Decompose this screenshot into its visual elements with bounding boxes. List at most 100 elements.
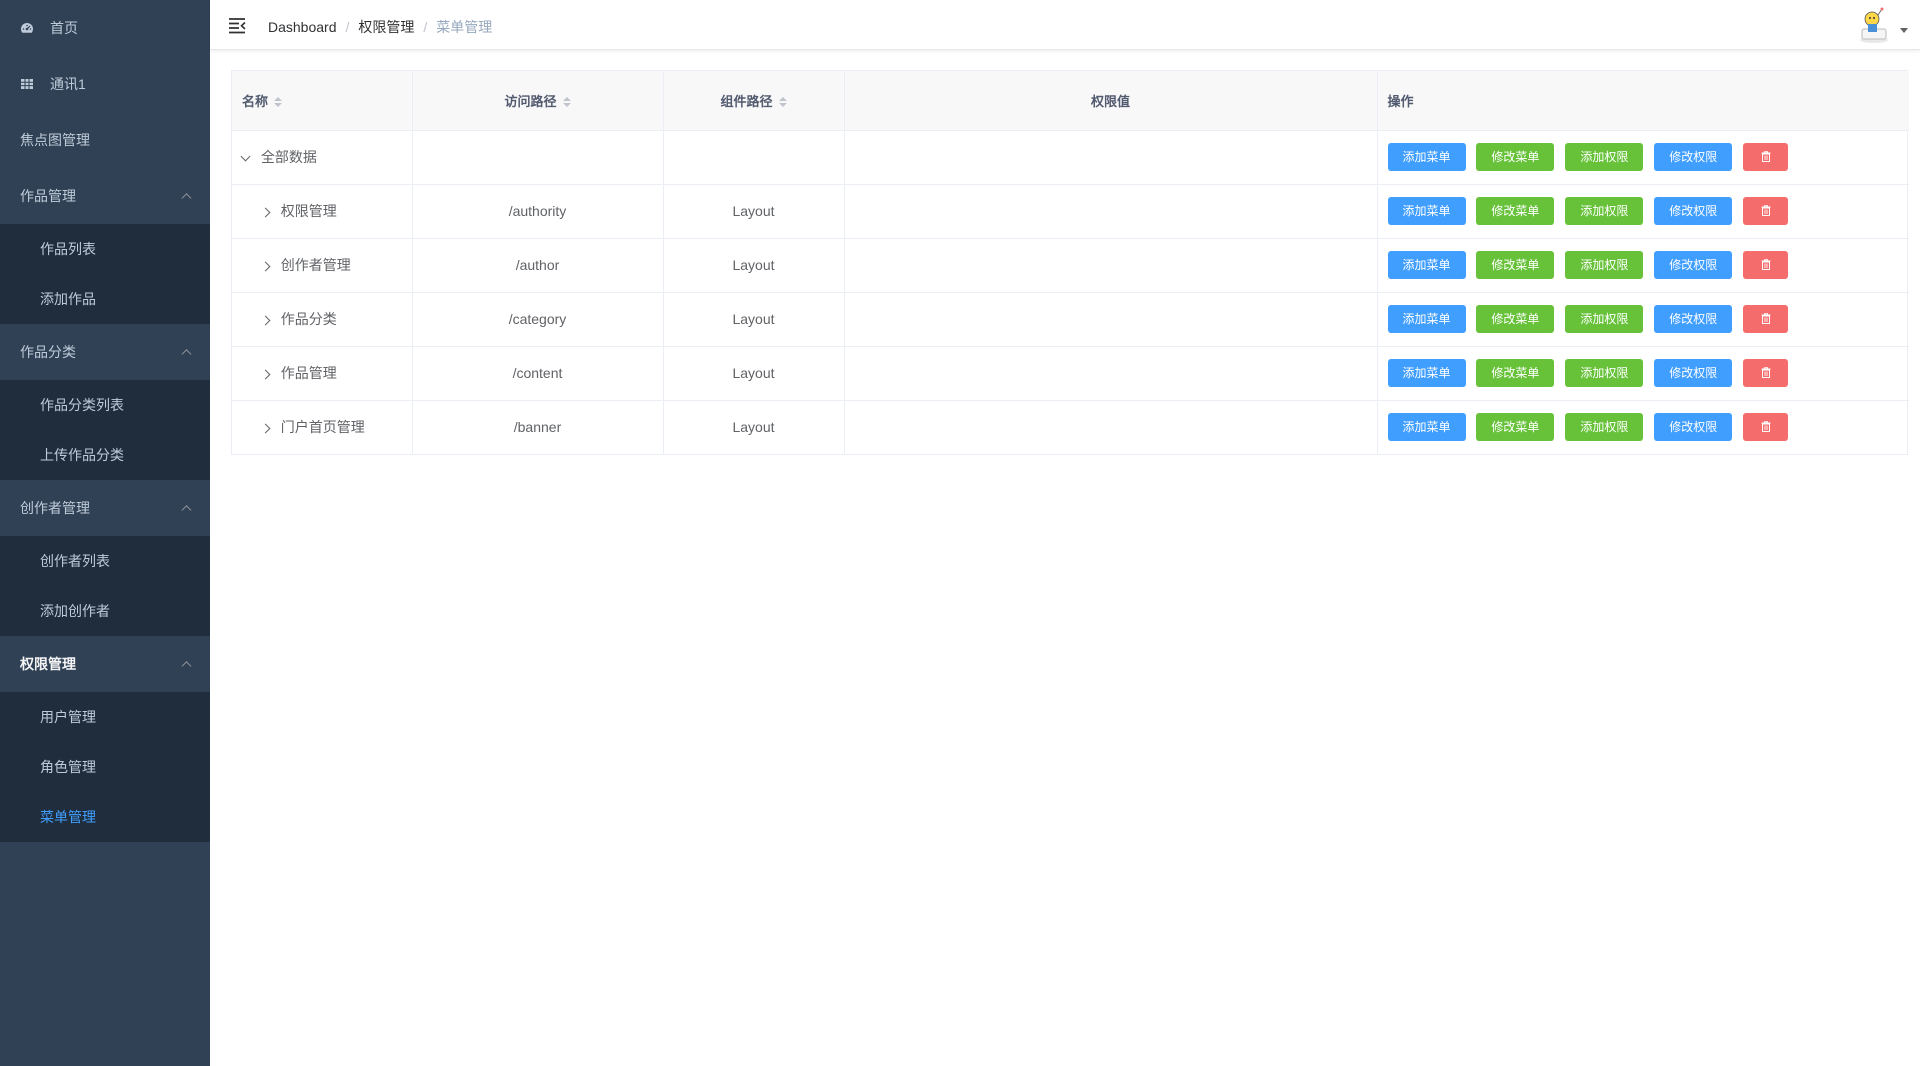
- breadcrumb-separator: /: [345, 19, 350, 35]
- cell-actions: 添加菜单 修改菜单 添加权限 修改权限: [1377, 238, 1909, 293]
- sidebar-item-upload-category[interactable]: 上传作品分类: [0, 430, 210, 480]
- cell-actions: 添加菜单 修改菜单 添加权限 修改权限: [1377, 346, 1909, 401]
- column-header-permission: 权限值: [844, 71, 1378, 131]
- trash-icon: [1761, 421, 1771, 433]
- add-menu-button[interactable]: 添加菜单: [1387, 197, 1466, 225]
- delete-button[interactable]: [1743, 413, 1789, 441]
- chevron-right-icon[interactable]: [260, 207, 271, 218]
- breadcrumb: Dashboard / 权限管理 / 菜单管理: [268, 17, 492, 37]
- sidebar-item-home[interactable]: 首页: [0, 0, 210, 56]
- column-header-component[interactable]: 组件路径: [663, 71, 845, 131]
- table-row: 作品管理 /content Layout 添加菜单 修改菜单 添加权限 修改权限: [232, 346, 1909, 401]
- submenu-author: 创作者列表 添加创作者: [0, 536, 210, 636]
- cell-permission: [844, 238, 1378, 293]
- delete-button[interactable]: [1743, 305, 1789, 333]
- cell-path: /authority: [412, 184, 664, 239]
- edit-permission-button[interactable]: 修改权限: [1654, 197, 1733, 225]
- add-permission-button[interactable]: 添加权限: [1565, 413, 1644, 441]
- column-header-path[interactable]: 访问路径: [412, 71, 664, 131]
- sidebar-item-banner[interactable]: 焦点图管理: [0, 112, 210, 168]
- delete-button[interactable]: [1743, 251, 1789, 279]
- chevron-right-icon[interactable]: [260, 261, 271, 272]
- add-menu-button[interactable]: 添加菜单: [1387, 413, 1466, 441]
- cell-permission: [844, 346, 1378, 401]
- cell-name: 权限管理: [232, 184, 413, 239]
- delete-button[interactable]: [1743, 197, 1789, 225]
- breadcrumb-separator: /: [423, 19, 428, 35]
- sidebar-item-work-list[interactable]: 作品列表: [0, 224, 210, 274]
- cell-permission: [844, 400, 1378, 455]
- chevron-right-icon[interactable]: [260, 423, 271, 434]
- cell-component: Layout: [663, 346, 845, 401]
- sort-icon[interactable]: [562, 97, 571, 108]
- chevron-right-icon[interactable]: [260, 369, 271, 380]
- add-permission-button[interactable]: 添加权限: [1565, 359, 1644, 387]
- sidebar-group-works[interactable]: 作品管理: [0, 168, 210, 224]
- user-dropdown[interactable]: [1854, 5, 1908, 45]
- edit-permission-button[interactable]: 修改权限: [1654, 305, 1733, 333]
- chevron-down-icon[interactable]: [240, 151, 251, 162]
- sidebar-item-user-management[interactable]: 用户管理: [0, 692, 210, 742]
- add-permission-button[interactable]: 添加权限: [1565, 143, 1644, 171]
- table-row: 作品分类 /category Layout 添加菜单 修改菜单 添加权限 修改权…: [232, 292, 1909, 347]
- row-name: 门户首页管理: [280, 419, 365, 435]
- row-name: 创作者管理: [280, 257, 351, 273]
- add-permission-button[interactable]: 添加权限: [1565, 305, 1644, 333]
- edit-menu-button[interactable]: 修改菜单: [1476, 305, 1555, 333]
- sort-icon[interactable]: [274, 97, 283, 108]
- edit-menu-button[interactable]: 修改菜单: [1476, 197, 1555, 225]
- breadcrumb-dashboard[interactable]: Dashboard: [268, 19, 337, 35]
- add-permission-button[interactable]: 添加权限: [1565, 197, 1644, 225]
- add-menu-button[interactable]: 添加菜单: [1387, 143, 1466, 171]
- hamburger-icon[interactable]: [228, 16, 246, 34]
- sidebar-group-category[interactable]: 作品分类: [0, 324, 210, 380]
- add-menu-button[interactable]: 添加菜单: [1387, 305, 1466, 333]
- table-header-row: 名称 访问路径 组件路径 权限值 操作: [232, 71, 1909, 131]
- avatar[interactable]: [1854, 5, 1894, 45]
- column-header-actions: 操作: [1377, 71, 1909, 131]
- sidebar-item-contacts[interactable]: 通讯1: [0, 56, 210, 112]
- add-menu-button[interactable]: 添加菜单: [1387, 359, 1466, 387]
- sidebar-item-label: 通讯1: [50, 76, 86, 92]
- edit-menu-button[interactable]: 修改菜单: [1476, 359, 1555, 387]
- row-name: 权限管理: [280, 203, 337, 219]
- chevron-right-icon[interactable]: [260, 315, 271, 326]
- table-row: 全部数据 添加菜单 修改菜单 添加权限 修改权限: [232, 130, 1909, 185]
- delete-button[interactable]: [1743, 143, 1789, 171]
- trash-icon: [1761, 367, 1771, 379]
- submenu-authority: 用户管理 角色管理 菜单管理: [0, 692, 210, 842]
- sidebar-item-author-list[interactable]: 创作者列表: [0, 536, 210, 586]
- sidebar-item-category-list[interactable]: 作品分类列表: [0, 380, 210, 430]
- sort-icon[interactable]: [778, 97, 787, 108]
- add-permission-button[interactable]: 添加权限: [1565, 251, 1644, 279]
- edit-permission-button[interactable]: 修改权限: [1654, 143, 1733, 171]
- sidebar-group-author[interactable]: 创作者管理: [0, 480, 210, 536]
- delete-button[interactable]: [1743, 359, 1789, 387]
- row-name: 作品分类: [280, 311, 337, 327]
- edit-menu-button[interactable]: 修改菜单: [1476, 143, 1555, 171]
- edit-permission-button[interactable]: 修改权限: [1654, 413, 1733, 441]
- table-row: 门户首页管理 /banner Layout 添加菜单 修改菜单 添加权限 修改权…: [232, 400, 1909, 455]
- edit-permission-button[interactable]: 修改权限: [1654, 251, 1733, 279]
- sidebar-item-role-management[interactable]: 角色管理: [0, 742, 210, 792]
- breadcrumb-authority[interactable]: 权限管理: [358, 17, 414, 37]
- cell-path: /banner: [412, 400, 664, 455]
- cell-path: [412, 130, 664, 185]
- edit-permission-button[interactable]: 修改权限: [1654, 359, 1733, 387]
- column-header-name[interactable]: 名称: [232, 71, 413, 131]
- sidebar-group-authority[interactable]: 权限管理: [0, 636, 210, 692]
- row-name: 全部数据: [260, 149, 317, 165]
- cell-actions: 添加菜单 修改菜单 添加权限 修改权限: [1377, 292, 1909, 347]
- edit-menu-button[interactable]: 修改菜单: [1476, 251, 1555, 279]
- cell-actions: 添加菜单 修改菜单 添加权限 修改权限: [1377, 400, 1909, 455]
- cell-component: [663, 130, 845, 185]
- sidebar-item-menu-management[interactable]: 菜单管理: [0, 792, 210, 842]
- edit-menu-button[interactable]: 修改菜单: [1476, 413, 1555, 441]
- sidebar-item-add-work[interactable]: 添加作品: [0, 274, 210, 324]
- cell-component: Layout: [663, 400, 845, 455]
- dashboard-icon: [20, 21, 34, 35]
- row-name: 作品管理: [280, 365, 337, 381]
- add-menu-button[interactable]: 添加菜单: [1387, 251, 1466, 279]
- cell-actions: 添加菜单 修改菜单 添加权限 修改权限: [1377, 184, 1909, 239]
- sidebar-item-add-author[interactable]: 添加创作者: [0, 586, 210, 636]
